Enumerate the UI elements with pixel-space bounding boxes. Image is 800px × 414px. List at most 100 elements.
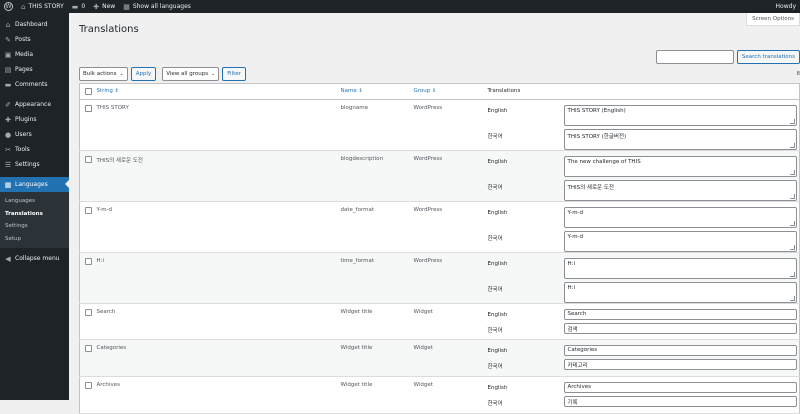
translation-field[interactable]: 기록	[564, 396, 797, 407]
bulk-actions-label: Bulk actions	[83, 68, 117, 80]
search-input[interactable]	[656, 50, 734, 64]
translation-field[interactable]: The new challenge of THIS	[564, 156, 797, 177]
column-string[interactable]: String ⇕	[97, 84, 341, 100]
translation-field[interactable]: Categories	[564, 345, 797, 356]
search-translations-button[interactable]: Search translations	[737, 50, 800, 64]
sidebar-item-dashboard[interactable]: ⌂Dashboard	[0, 17, 69, 32]
translation-line: EnglishTHIS STORY (English)	[488, 105, 800, 126]
column-group[interactable]: Group ⇕	[414, 84, 488, 100]
sidebar-item-users[interactable]: ●Users	[0, 127, 69, 142]
table-row: Y-m-ddate_formatWordPressEnglishY-m-d한국어…	[80, 202, 800, 253]
apply-button[interactable]: Apply	[131, 67, 157, 81]
sidebar-item-tools[interactable]: ✂Tools	[0, 142, 69, 157]
translation-line: 한국어기록	[488, 396, 800, 407]
row-checkbox[interactable]	[85, 207, 92, 214]
group-cell: Widget	[414, 340, 488, 377]
screen-options-button[interactable]: Screen Options	[746, 13, 800, 26]
row-checkbox[interactable]	[85, 382, 92, 389]
table-row: CategoriesWidget titleWidgetEnglishCateg…	[80, 340, 800, 377]
translation-field[interactable]: THIS STORY (한글버전)	[564, 129, 797, 150]
translation-field[interactable]: Archives	[564, 382, 797, 393]
sidebar-item-label: Languages	[15, 181, 48, 188]
translation-language: English	[488, 258, 564, 279]
name-cell: Widget title	[341, 340, 414, 377]
main-content: Screen Options Translations Search trans…	[69, 13, 800, 400]
sidebar-item-label: Plugins	[15, 116, 37, 123]
translation-field[interactable]: Search	[564, 309, 797, 320]
row-checkbox[interactable]	[85, 258, 92, 265]
site-name-link[interactable]: ⌂THIS STORY	[17, 0, 68, 13]
bulk-actions-select[interactable]: Bulk actions⌄	[79, 67, 128, 81]
column-name-label: Name	[341, 88, 357, 94]
language-switcher[interactable]: ▦Show all languages	[119, 0, 195, 13]
group-cell: WordPress	[414, 253, 488, 304]
home-icon: ⌂	[21, 3, 25, 11]
show-all-languages: Show all languages	[133, 3, 191, 10]
name-cell: blogname	[341, 100, 414, 151]
chevron-down-icon: ⌄	[120, 68, 124, 80]
translations-cell: EnglishArchives한국어기록	[488, 377, 800, 414]
column-name[interactable]: Name ⇕	[341, 84, 414, 100]
translation-field[interactable]: Y-m-d	[564, 207, 797, 228]
group-cell: Widget	[414, 304, 488, 340]
plus-icon: ✚	[93, 3, 99, 11]
collapse-menu-button[interactable]: ◀Collapse menu	[0, 251, 69, 266]
row-checkbox[interactable]	[85, 309, 92, 316]
sidebar-item-pages[interactable]: ▤Pages	[0, 62, 69, 77]
table-header-row: String ⇕ Name ⇕ Group ⇕ Translations	[80, 84, 800, 100]
sidebar-item-label: Dashboard	[15, 21, 48, 28]
translation-field[interactable]: H:i	[564, 258, 797, 279]
submenu-item-settings[interactable]: Settings	[0, 220, 69, 233]
translation-field[interactable]: H:i	[564, 282, 797, 303]
sidebar-item-posts[interactable]: ✎Posts	[0, 32, 69, 47]
translation-field[interactable]: THIS STORY (English)	[564, 105, 797, 126]
translations-table: String ⇕ Name ⇕ Group ⇕ Translations THI…	[79, 83, 800, 414]
row-checkbox[interactable]	[85, 156, 92, 163]
group-cell: WordPress	[414, 202, 488, 253]
submenu-item-setup[interactable]: Setup	[0, 233, 69, 246]
translation-field[interactable]: Y-m-d	[564, 231, 797, 252]
column-string-label: String	[97, 88, 113, 94]
row-checkbox[interactable]	[85, 345, 92, 352]
admin-bar: W ⌂THIS STORY ▬0 ✚New ▦Show all language…	[0, 0, 800, 13]
translation-line: 한국어검색	[488, 323, 800, 334]
row-select-cell	[80, 377, 97, 414]
translation-line: 한국어카테고리	[488, 359, 800, 370]
name-cell: time_format	[341, 253, 414, 304]
submenu-item-translations[interactable]: Translations	[0, 208, 69, 221]
sidebar-item-settings[interactable]: ☰Settings	[0, 157, 69, 172]
row-checkbox[interactable]	[85, 105, 92, 112]
sidebar-item-plugins[interactable]: ✚Plugins	[0, 112, 69, 127]
translation-field[interactable]: THIS의 새로운 도전	[564, 180, 797, 201]
groups-select[interactable]: View all groups⌄	[162, 67, 219, 81]
new-content-link[interactable]: ✚New	[89, 0, 119, 13]
table-row: SearchWidget titleWidgetEnglishSearch한국어…	[80, 304, 800, 340]
languages-icon: ▦	[4, 181, 12, 189]
new-label: New	[102, 3, 115, 10]
row-select-cell	[80, 100, 97, 151]
comment-icon: ▬	[72, 3, 79, 11]
submenu-item-languages[interactable]: Languages	[0, 195, 69, 208]
translations-cell: EnglishThe new challenge of THIS한국어THIS의…	[488, 151, 800, 202]
wordpress-logo-button[interactable]: W	[0, 0, 17, 13]
translation-field[interactable]: 검색	[564, 323, 797, 334]
table-row: THIS의 새로운 도전blogdescriptionWordPressEngl…	[80, 151, 800, 202]
translation-field[interactable]: 카테고리	[564, 359, 797, 370]
translation-line: 한국어H:i	[488, 282, 800, 303]
translation-line: 한국어THIS STORY (한글버전)	[488, 129, 800, 150]
translations-cell: EnglishCategories한국어카테고리	[488, 340, 800, 377]
sidebar-item-media[interactable]: ▣Media	[0, 47, 69, 62]
sidebar-item-languages[interactable]: ▦Languages	[0, 177, 69, 192]
select-all-checkbox[interactable]	[85, 88, 92, 95]
sidebar-item-appearance[interactable]: ✐Appearance	[0, 97, 69, 112]
name-cell: Widget title	[341, 377, 414, 414]
translation-line: EnglishThe new challenge of THIS	[488, 156, 800, 177]
filter-button[interactable]: Filter	[222, 67, 246, 81]
comments-link[interactable]: ▬0	[68, 0, 89, 13]
languages-submenu: LanguagesTranslationsSettingsSetup	[0, 192, 69, 248]
sidebar-item-comments[interactable]: ▬Comments	[0, 77, 69, 92]
account-menu[interactable]: Howdy	[772, 0, 800, 13]
string-cell: H:i	[97, 253, 341, 304]
collapse-icon: ◀	[4, 255, 12, 263]
translation-line: EnglishH:i	[488, 258, 800, 279]
